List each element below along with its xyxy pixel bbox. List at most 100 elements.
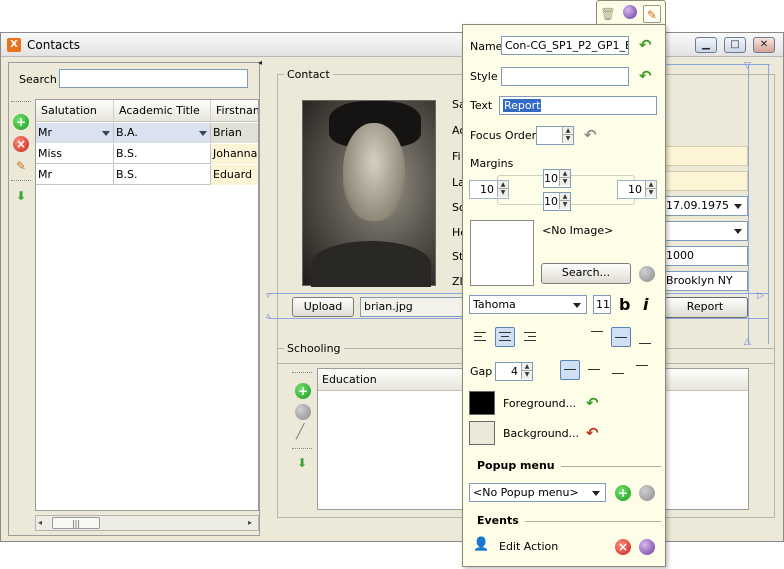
edit-row-icon[interactable]: ✎ — [13, 158, 29, 174]
text-below-image-icon[interactable] — [608, 360, 628, 380]
foreground-swatch[interactable] — [469, 391, 495, 415]
gap-spinner[interactable]: 4 ▲ ▼ — [495, 362, 533, 381]
column-firstname[interactable]: Firstnam — [211, 100, 258, 122]
popup-menu-select[interactable]: <No Popup menu> — [469, 483, 606, 502]
background-swatch[interactable] — [469, 421, 495, 445]
column-salutation[interactable]: Salutation — [36, 100, 114, 122]
search-input[interactable] — [59, 69, 248, 88]
contacts-grid[interactable]: Salutation Academic Title Firstnam Mr B.… — [35, 99, 259, 511]
text-right-of-image-icon[interactable] — [560, 360, 580, 380]
move-down-icon[interactable]: ⬇ — [13, 188, 29, 204]
cell-salutation[interactable]: Mr — [36, 123, 114, 143]
horizontal-scrollbar[interactable]: ◂ ||| ▸ — [35, 515, 259, 531]
resize-handle[interactable]: ▷ — [757, 292, 764, 301]
font-size-field[interactable]: 11 — [593, 295, 611, 314]
delete-action-icon[interactable]: × — [615, 539, 631, 555]
bold-toggle[interactable]: b — [619, 295, 630, 314]
cell-academic-title[interactable]: B.S. — [114, 165, 211, 185]
resize-handle[interactable]: △ — [744, 338, 751, 347]
resize-handle[interactable]: ▽ — [744, 62, 751, 71]
table-row[interactable]: Mr B.A. Brian — [36, 123, 258, 143]
contacts-list-panel: Search + × ✎ ⬇ Salutation Academic Title… — [8, 62, 260, 536]
undo-style-icon[interactable]: ↶ — [639, 68, 652, 84]
upload-button[interactable]: Upload — [292, 297, 354, 317]
cell-salutation[interactable]: Mr — [36, 165, 114, 185]
maximize-button[interactable]: □ — [724, 37, 746, 53]
image-search-button[interactable]: Search... — [541, 263, 631, 284]
align-left-icon[interactable] — [470, 327, 490, 347]
focus-order-label: Focus Order — [470, 129, 537, 142]
close-button[interactable]: ✕ — [753, 37, 775, 53]
column-academic-title[interactable]: Academic Title — [114, 100, 211, 122]
combo-field[interactable] — [662, 221, 748, 241]
globe-icon[interactable] — [621, 5, 639, 23]
margin-bottom-spinner[interactable]: 10 ▲ ▼ — [543, 192, 571, 211]
cell-academic-title[interactable]: B.A. — [114, 123, 211, 143]
table-row[interactable]: Mr B.S. Eduard — [36, 165, 258, 185]
lastname-field[interactable] — [662, 171, 748, 191]
valign-bottom-icon[interactable] — [635, 327, 655, 347]
birthdate-field[interactable]: 17.09.1975 — [662, 196, 748, 216]
resize-handle[interactable]: ▵ — [266, 312, 271, 321]
margin-top-spinner[interactable]: 10 ▲ ▼ — [543, 169, 571, 188]
text-field[interactable]: Report — [499, 96, 657, 115]
window-title: Contacts — [27, 38, 80, 52]
minimize-button[interactable]: ▁ — [695, 37, 717, 53]
italic-toggle[interactable]: i — [643, 295, 648, 314]
scroll-thumb[interactable]: ||| — [52, 517, 100, 529]
cell-firstname[interactable]: Johanna — [211, 144, 258, 164]
resize-handle[interactable]: ▿ — [266, 292, 271, 301]
scroll-right-arrow[interactable]: ▸ — [248, 518, 252, 527]
image-preview — [470, 220, 534, 286]
edit-action-link[interactable]: Edit Action — [499, 540, 558, 553]
edit-education-icon[interactable]: ╱ — [296, 424, 304, 440]
add-popup-menu-icon[interactable]: + — [615, 485, 631, 501]
action-person-icon: 👤 — [473, 537, 490, 552]
add-row-icon[interactable]: + — [13, 114, 29, 130]
delete-row-icon[interactable]: × — [13, 136, 29, 152]
no-image-label: <No Image> — [542, 224, 614, 237]
font-select[interactable]: Tahoma — [469, 295, 587, 314]
image-filename: brian.jpg — [360, 297, 464, 317]
margin-right-spinner[interactable]: 10 ▲ ▼ — [617, 180, 657, 199]
clear-image-icon[interactable] — [639, 266, 655, 282]
cell-firstname[interactable]: Brian — [211, 123, 258, 143]
table-row[interactable]: Miss B.S. Johanna — [36, 144, 258, 164]
background-button[interactable]: Background... — [503, 427, 579, 440]
undo-name-icon[interactable]: ↶ — [639, 37, 652, 53]
undo-background-icon[interactable]: ↶ — [586, 425, 599, 441]
margin-left-spinner[interactable]: 10 ▲ ▼ — [469, 180, 509, 199]
undo-foreground-icon[interactable]: ↶ — [586, 395, 599, 411]
pencil-icon[interactable]: ✎ — [643, 5, 661, 23]
property-popup: Name Con-CG_SP1_P2_GP1_B2 ↶ Style ↶ Text… — [462, 24, 666, 567]
city-field[interactable]: Brooklyn NY — [662, 271, 748, 291]
valign-top-icon[interactable] — [587, 327, 607, 347]
report-button[interactable]: Report — [662, 297, 748, 318]
splitter-arrow[interactable]: ◂ — [258, 58, 262, 67]
photo-face — [343, 123, 405, 221]
gap-label: Gap — [470, 365, 493, 378]
text-above-image-icon[interactable] — [632, 360, 652, 380]
align-right-icon[interactable] — [520, 327, 540, 347]
foreground-button[interactable]: Foreground... — [503, 397, 576, 410]
trash-icon[interactable]: 🗑 — [599, 5, 617, 23]
scroll-left-arrow[interactable]: ◂ — [38, 518, 42, 527]
cell-academic-title[interactable]: B.S. — [114, 144, 211, 164]
name-field[interactable]: Con-CG_SP1_P2_GP1_B2 — [501, 36, 629, 55]
selection-guide — [768, 64, 769, 344]
focus-order-spinner[interactable]: ▲ ▼ — [536, 126, 574, 145]
cell-salutation[interactable]: Miss — [36, 144, 114, 164]
cell-firstname[interactable]: Eduard — [211, 165, 258, 185]
firstname-field[interactable] — [662, 146, 748, 166]
undo-focus-icon[interactable]: ↶ — [584, 127, 597, 143]
text-left-of-image-icon[interactable] — [584, 360, 604, 380]
align-center-icon[interactable] — [495, 327, 515, 347]
zip-field[interactable]: 1000 — [662, 246, 748, 266]
move-down-icon[interactable]: ⬇ — [297, 456, 307, 470]
valign-middle-icon[interactable] — [611, 327, 631, 347]
style-field[interactable] — [501, 67, 629, 86]
remove-education-icon[interactable] — [295, 404, 311, 420]
action-globe-icon[interactable] — [639, 539, 655, 555]
add-education-icon[interactable]: + — [295, 383, 311, 399]
remove-popup-menu-icon[interactable] — [639, 485, 655, 501]
